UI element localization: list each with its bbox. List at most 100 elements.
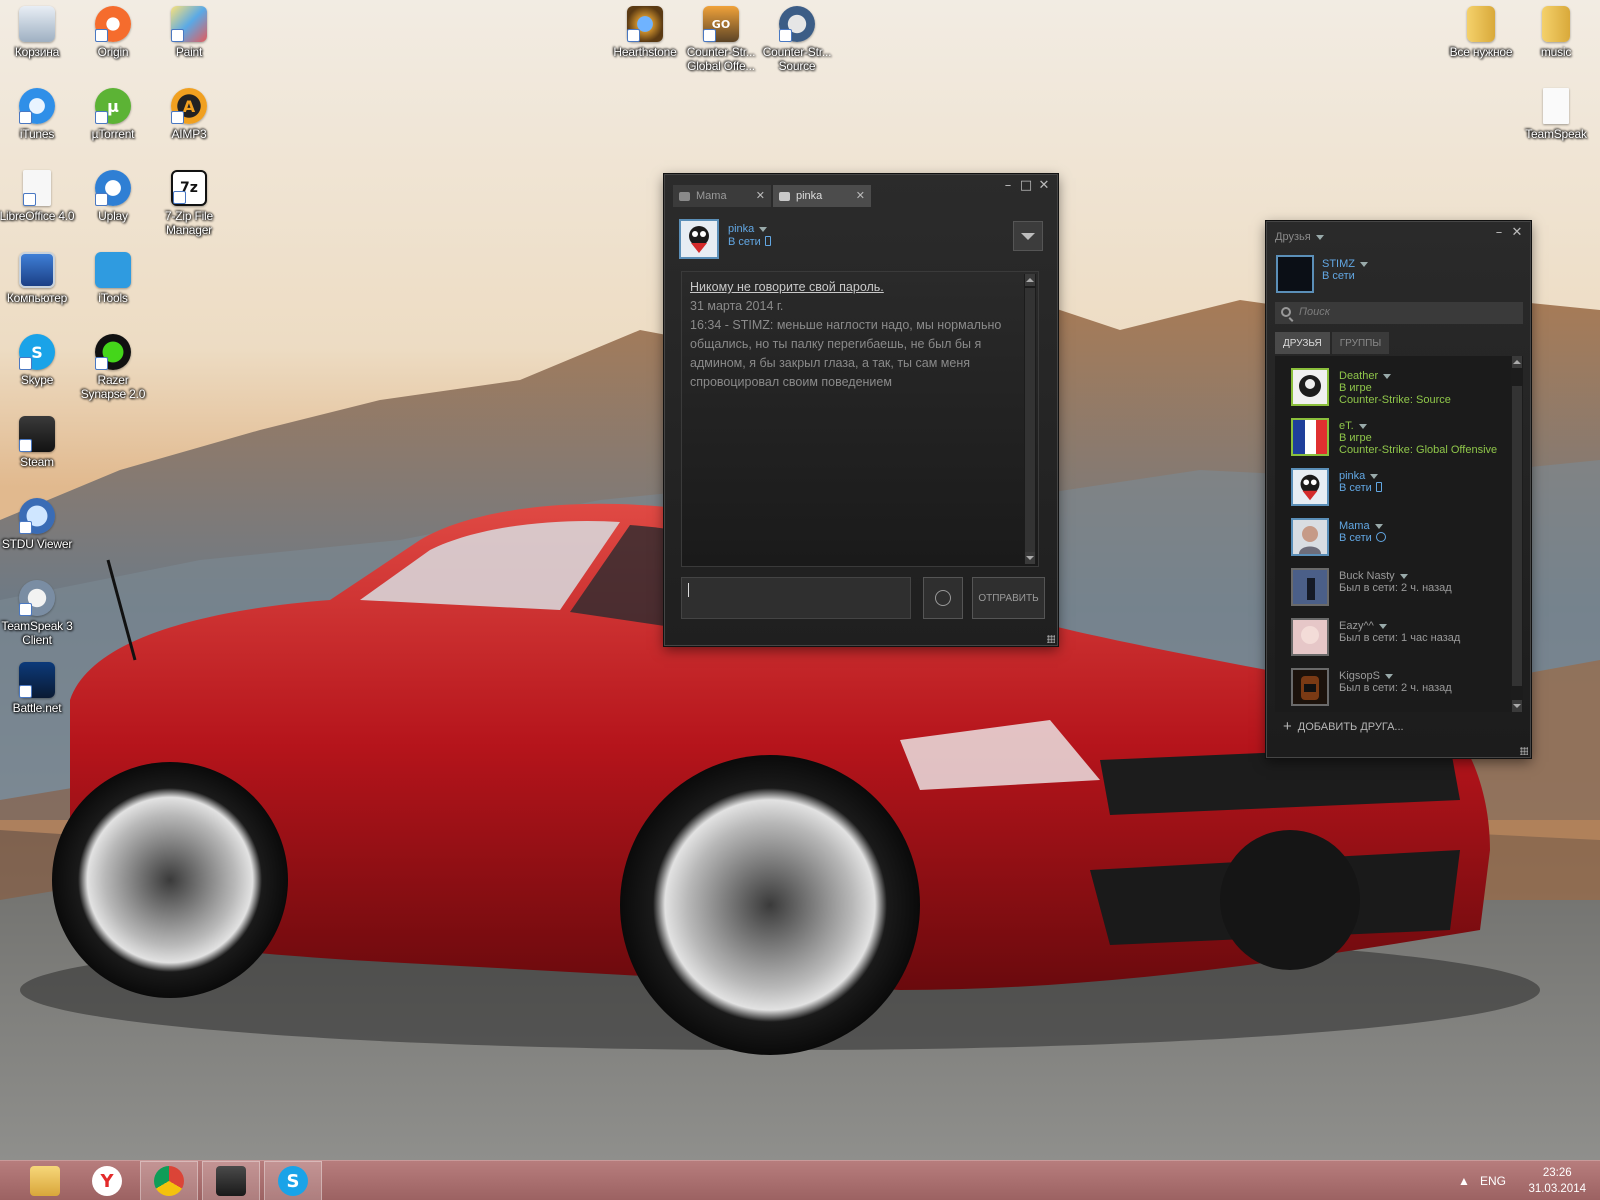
chevron-down-icon	[1399, 573, 1408, 579]
desktop-icon-skype[interactable]: S Skype	[0, 332, 76, 387]
avatar[interactable]	[679, 219, 719, 259]
emoticon-button[interactable]	[923, 577, 963, 619]
desktop-icon-paint[interactable]: Paint	[150, 4, 228, 59]
desktop-icon-teamspeak3[interactable]: TeamSpeak 3 Client	[0, 578, 76, 647]
resize-grip-icon[interactable]	[1520, 747, 1528, 755]
desktop-icon-battlenet[interactable]: Battle.net	[0, 660, 76, 715]
scroll-thumb[interactable]	[1512, 386, 1522, 686]
system-clock[interactable]: 23:26 31.03.2014	[1528, 1165, 1586, 1197]
friend-row-kigsops[interactable]: KigsopS Был в сети: 2 ч. назад	[1291, 668, 1509, 712]
7zip-icon: 7z	[171, 170, 207, 206]
desktop-icon-csgo[interactable]: GO Counter-Str... Global Offe...	[682, 4, 760, 73]
mobile-phone-icon	[1375, 482, 1382, 492]
close-icon[interactable]: ✕	[1037, 179, 1051, 193]
desktop-icon-label: iTools	[98, 291, 128, 305]
window-title[interactable]: Друзья	[1275, 231, 1324, 243]
avatar	[1291, 618, 1329, 656]
desktop-icon-computer[interactable]: Компьютер	[0, 250, 76, 305]
add-friend-button[interactable]: + ДОБАВИТЬ ДРУГА...	[1283, 718, 1404, 735]
desktop-icon-music[interactable]: music	[1517, 4, 1595, 59]
razer-icon	[95, 334, 131, 370]
maximize-icon[interactable]: □	[1019, 179, 1033, 193]
desktop-icon-aimp[interactable]: A AIMP3	[150, 86, 228, 141]
friend-row-buck-nasty[interactable]: Buck Nasty Был в сети: 2 ч. назад	[1291, 568, 1509, 612]
steam-friends-window: Друзья – ✕ STIMZ В сети Поиск ДРУЗЬЯ ГРУ…	[1266, 221, 1531, 758]
chat-contact-header: pinka В сети	[679, 219, 1045, 263]
friend-name: Buck Nasty	[1339, 570, 1395, 582]
scroll-up-icon[interactable]	[1025, 274, 1035, 286]
chat-message-input[interactable]	[681, 577, 911, 619]
chat-scrollbar[interactable]	[1024, 274, 1036, 564]
friends-scrollbar[interactable]	[1511, 356, 1523, 712]
language-indicator[interactable]: ENG	[1480, 1161, 1506, 1200]
password-warning: Никому не говорите свой пароль.	[690, 280, 884, 294]
scroll-down-icon[interactable]	[1025, 552, 1035, 564]
desktop-icon-vse-nuzhnoe[interactable]: Все нужное	[1442, 4, 1520, 59]
tab-friends[interactable]: ДРУЗЬЯ	[1275, 332, 1330, 354]
contact-name[interactable]: pinka	[728, 223, 768, 235]
desktop-icon-libreoffice[interactable]: LibreOffice 4.0	[0, 168, 76, 223]
desktop-icon-label: Steam	[20, 455, 54, 469]
tab-pinka[interactable]: pinka ✕	[773, 185, 871, 207]
resize-grip-icon[interactable]	[1047, 635, 1055, 643]
taskbar-skype[interactable]: S	[264, 1161, 322, 1200]
yandex-browser-icon: Y	[92, 1166, 122, 1196]
desktop-icon-teamspeak-doc[interactable]: TeamSpeak	[1517, 86, 1595, 141]
scroll-thumb[interactable]	[1025, 288, 1035, 554]
tab-groups[interactable]: ГРУППЫ	[1331, 332, 1390, 354]
friend-row-et[interactable]: eT. В игре Counter-Strike: Global Offens…	[1291, 418, 1509, 462]
desktop-icon-7zip[interactable]: 7z 7-Zip File Manager	[150, 168, 228, 237]
friend-row-pinka[interactable]: pinka В сети	[1291, 468, 1509, 512]
friend-row-eazy[interactable]: Eazy^^ Был в сети: 1 час назад	[1291, 618, 1509, 662]
scroll-up-icon[interactable]	[1512, 356, 1522, 368]
minimize-icon[interactable]: –	[1001, 179, 1015, 193]
desktop-icon-razer[interactable]: Razer Synapse 2.0	[74, 332, 152, 401]
minimize-icon[interactable]: –	[1492, 226, 1506, 240]
steam-chat-window: Mama ✕ pinka ✕ – □ ✕ pinka В сети Никому…	[664, 174, 1058, 646]
desktop-icon-itools[interactable]: iTools	[74, 250, 152, 305]
taskbar-chrome[interactable]	[140, 1161, 198, 1200]
friend-status: В игре	[1339, 432, 1372, 444]
desktop-icon-css[interactable]: Counter-Str... Source	[758, 4, 836, 73]
desktop-icon-label: AIMP3	[171, 127, 207, 141]
close-tab-icon[interactable]: ✕	[856, 189, 865, 202]
desktop-icon-label: iTunes	[19, 127, 55, 141]
tab-mama[interactable]: Mama ✕	[673, 185, 771, 207]
friends-search-input[interactable]: Поиск	[1275, 302, 1523, 324]
desktop-icon-uplay[interactable]: Uplay	[74, 168, 152, 223]
desktop-icon-itunes[interactable]: iTunes	[0, 86, 76, 141]
taskbar-yandex-browser[interactable]: Y	[78, 1161, 136, 1200]
search-placeholder: Поиск	[1299, 306, 1330, 318]
desktop-icon-label: TeamSpeak	[1525, 127, 1587, 141]
desktop-icon-label: Корзина	[14, 45, 60, 59]
chevron-up-icon: ▲	[1458, 1174, 1470, 1188]
chevron-down-icon	[1378, 623, 1387, 629]
desktop-icon-utorrent[interactable]: µ µTorrent	[74, 86, 152, 141]
origin-icon	[95, 6, 131, 42]
utorrent-icon: µ	[95, 88, 131, 124]
friend-row-mama[interactable]: Mama В сети	[1291, 518, 1509, 562]
desktop-icon-origin[interactable]: Origin	[74, 4, 152, 59]
smiley-icon	[935, 590, 951, 606]
close-icon[interactable]: ✕	[1510, 226, 1524, 240]
taskbar-steam[interactable]	[202, 1161, 260, 1200]
avatar	[1291, 518, 1329, 556]
friend-row-deather[interactable]: Deather В игре Counter-Strike: Source	[1291, 368, 1509, 412]
avatar	[1291, 368, 1329, 406]
avatar[interactable]	[1276, 255, 1314, 293]
avatar	[1291, 668, 1329, 706]
scroll-down-icon[interactable]	[1512, 700, 1522, 712]
chat-options-dropdown[interactable]	[1013, 221, 1043, 251]
avatar	[1291, 468, 1329, 506]
close-tab-icon[interactable]: ✕	[756, 189, 765, 202]
desktop-icon-stdu-viewer[interactable]: STDU Viewer	[0, 496, 76, 551]
show-hidden-icons[interactable]: ▲	[1458, 1161, 1470, 1200]
send-button[interactable]: ОТПРАВИТЬ	[972, 577, 1045, 619]
friend-status: Был в сети: 1 час назад	[1339, 632, 1461, 644]
desktop-icon-recycle-bin[interactable]: Корзина	[0, 4, 76, 59]
desktop-icon-steam[interactable]: Steam	[0, 414, 76, 469]
desktop-icon-hearthstone[interactable]: Hearthstone	[606, 4, 684, 59]
clock-time: 23:26	[1542, 1167, 1572, 1179]
taskbar-file-explorer[interactable]	[16, 1161, 74, 1200]
stdu-viewer-icon	[19, 498, 55, 534]
